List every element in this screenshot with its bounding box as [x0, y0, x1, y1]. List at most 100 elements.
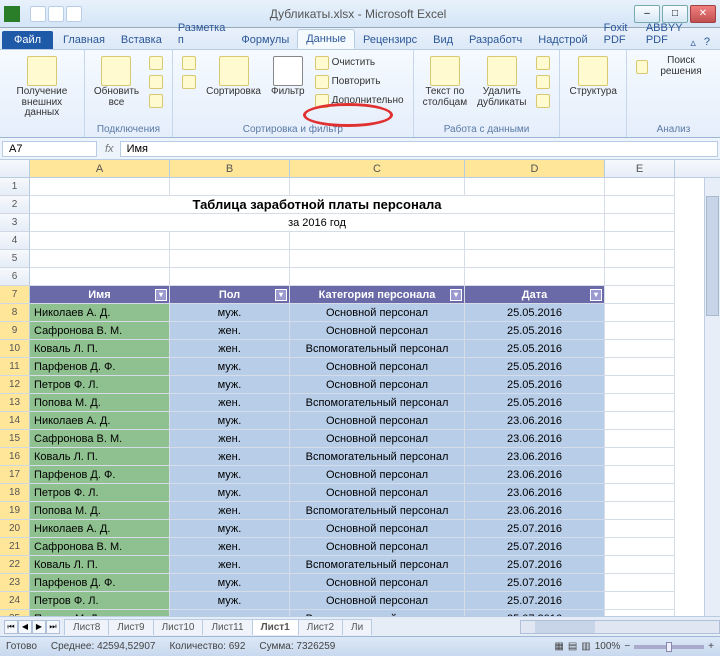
sheet-tab[interactable]: Лист1: [252, 619, 299, 635]
date-cell[interactable]: 23.06.2016: [465, 430, 605, 448]
cell[interactable]: [290, 232, 465, 250]
row-header[interactable]: 16: [0, 448, 30, 466]
row-header[interactable]: 19: [0, 502, 30, 520]
filter-dropdown-icon[interactable]: ▾: [155, 289, 167, 301]
cell[interactable]: [30, 178, 170, 196]
cell[interactable]: [170, 178, 290, 196]
sheet-tab[interactable]: Лист10: [153, 619, 204, 635]
sort-az-button[interactable]: [179, 54, 199, 72]
tab-review[interactable]: Рецензирс: [355, 31, 425, 49]
date-cell[interactable]: 25.05.2016: [465, 340, 605, 358]
cell[interactable]: [290, 250, 465, 268]
cell[interactable]: [605, 268, 675, 286]
sheet-prev-button[interactable]: ◀: [18, 620, 32, 634]
col-header-e[interactable]: E: [605, 160, 675, 177]
table-header-cell[interactable]: Имя▾: [30, 286, 170, 304]
row-header[interactable]: 5: [0, 250, 30, 268]
zoom-thumb[interactable]: [666, 642, 672, 652]
help-icon[interactable]: ?: [704, 36, 710, 49]
cell[interactable]: [605, 340, 675, 358]
cell[interactable]: [290, 178, 465, 196]
cell[interactable]: [605, 286, 675, 304]
date-cell[interactable]: 23.06.2016: [465, 448, 605, 466]
sheet-tab[interactable]: Лист11: [202, 619, 252, 635]
category-cell[interactable]: Основной персонал: [290, 520, 465, 538]
tab-data[interactable]: Данные: [297, 29, 355, 49]
date-cell[interactable]: 25.05.2016: [465, 304, 605, 322]
view-break-icon[interactable]: ▥: [581, 641, 590, 652]
tab-insert[interactable]: Вставка: [113, 31, 170, 49]
category-cell[interactable]: Вспомогательный персонал: [290, 502, 465, 520]
category-cell[interactable]: Основной персонал: [290, 538, 465, 556]
category-cell[interactable]: Вспомогательный персонал: [290, 448, 465, 466]
cell[interactable]: [30, 250, 170, 268]
date-cell[interactable]: 25.05.2016: [465, 358, 605, 376]
category-cell[interactable]: Основной персонал: [290, 304, 465, 322]
fx-icon[interactable]: fx: [99, 143, 120, 155]
table-header-cell[interactable]: Дата▾: [465, 286, 605, 304]
name-cell[interactable]: Коваль Л. П.: [30, 448, 170, 466]
view-layout-icon[interactable]: ▤: [568, 641, 577, 652]
row-header[interactable]: 6: [0, 268, 30, 286]
zoom-slider[interactable]: [634, 645, 704, 649]
row-header[interactable]: 24: [0, 592, 30, 610]
name-cell[interactable]: Петров Ф. Л.: [30, 376, 170, 394]
refresh-all-button[interactable]: Обновить все: [91, 54, 142, 110]
row-header[interactable]: 18: [0, 484, 30, 502]
grid-body[interactable]: 12Таблица заработной платы персонала3за …: [0, 178, 720, 616]
whatif-button[interactable]: [533, 92, 553, 110]
row-header[interactable]: 20: [0, 520, 30, 538]
col-header-d[interactable]: D: [465, 160, 605, 177]
row-header[interactable]: 21: [0, 538, 30, 556]
minimize-ribbon-icon[interactable]: ▵: [690, 36, 696, 49]
date-cell[interactable]: 25.07.2016: [465, 574, 605, 592]
name-cell[interactable]: Петров Ф. Л.: [30, 484, 170, 502]
qat-save-icon[interactable]: [30, 6, 46, 22]
name-cell[interactable]: Сафронова В. М.: [30, 538, 170, 556]
name-cell[interactable]: Николаев А. Д.: [30, 412, 170, 430]
connections-button[interactable]: [146, 54, 166, 72]
row-header[interactable]: 3: [0, 214, 30, 232]
cell[interactable]: [290, 268, 465, 286]
sex-cell[interactable]: муж.: [170, 304, 290, 322]
cell[interactable]: [605, 520, 675, 538]
col-header-c[interactable]: C: [290, 160, 465, 177]
cell[interactable]: [170, 250, 290, 268]
category-cell[interactable]: Основной персонал: [290, 592, 465, 610]
row-header[interactable]: 17: [0, 466, 30, 484]
sheet-last-button[interactable]: ⏭: [46, 620, 60, 634]
row-header[interactable]: 11: [0, 358, 30, 376]
data-validation-button[interactable]: [533, 54, 553, 72]
table-header-cell[interactable]: Пол▾: [170, 286, 290, 304]
date-cell[interactable]: 25.05.2016: [465, 394, 605, 412]
row-header[interactable]: 2: [0, 196, 30, 214]
hscroll-thumb[interactable]: [535, 621, 595, 633]
cell[interactable]: [605, 304, 675, 322]
cell[interactable]: [605, 466, 675, 484]
cell[interactable]: [605, 412, 675, 430]
cell[interactable]: [465, 250, 605, 268]
name-cell[interactable]: Парфенов Д. Ф.: [30, 574, 170, 592]
text-to-columns-button[interactable]: Текст по столбцам: [420, 54, 471, 110]
sex-cell[interactable]: жен.: [170, 502, 290, 520]
name-box[interactable]: A7: [2, 141, 97, 157]
qat-undo-icon[interactable]: [48, 6, 64, 22]
sex-cell[interactable]: муж.: [170, 520, 290, 538]
sex-cell[interactable]: жен.: [170, 322, 290, 340]
cell[interactable]: [170, 268, 290, 286]
cell[interactable]: [605, 592, 675, 610]
vertical-scrollbar[interactable]: [704, 178, 720, 616]
edit-links-button[interactable]: [146, 92, 166, 110]
solver-button[interactable]: Поиск решения: [633, 54, 714, 79]
category-cell[interactable]: Основной персонал: [290, 484, 465, 502]
cell[interactable]: [605, 448, 675, 466]
cell[interactable]: [30, 268, 170, 286]
consolidate-button[interactable]: [533, 73, 553, 91]
clear-filter-button[interactable]: Очистить: [312, 54, 407, 72]
name-cell[interactable]: Сафронова В. М.: [30, 322, 170, 340]
close-button[interactable]: ✕: [690, 5, 716, 23]
cell[interactable]: [605, 430, 675, 448]
date-cell[interactable]: 25.07.2016: [465, 556, 605, 574]
col-header-a[interactable]: A: [30, 160, 170, 177]
date-cell[interactable]: 25.07.2016: [465, 592, 605, 610]
